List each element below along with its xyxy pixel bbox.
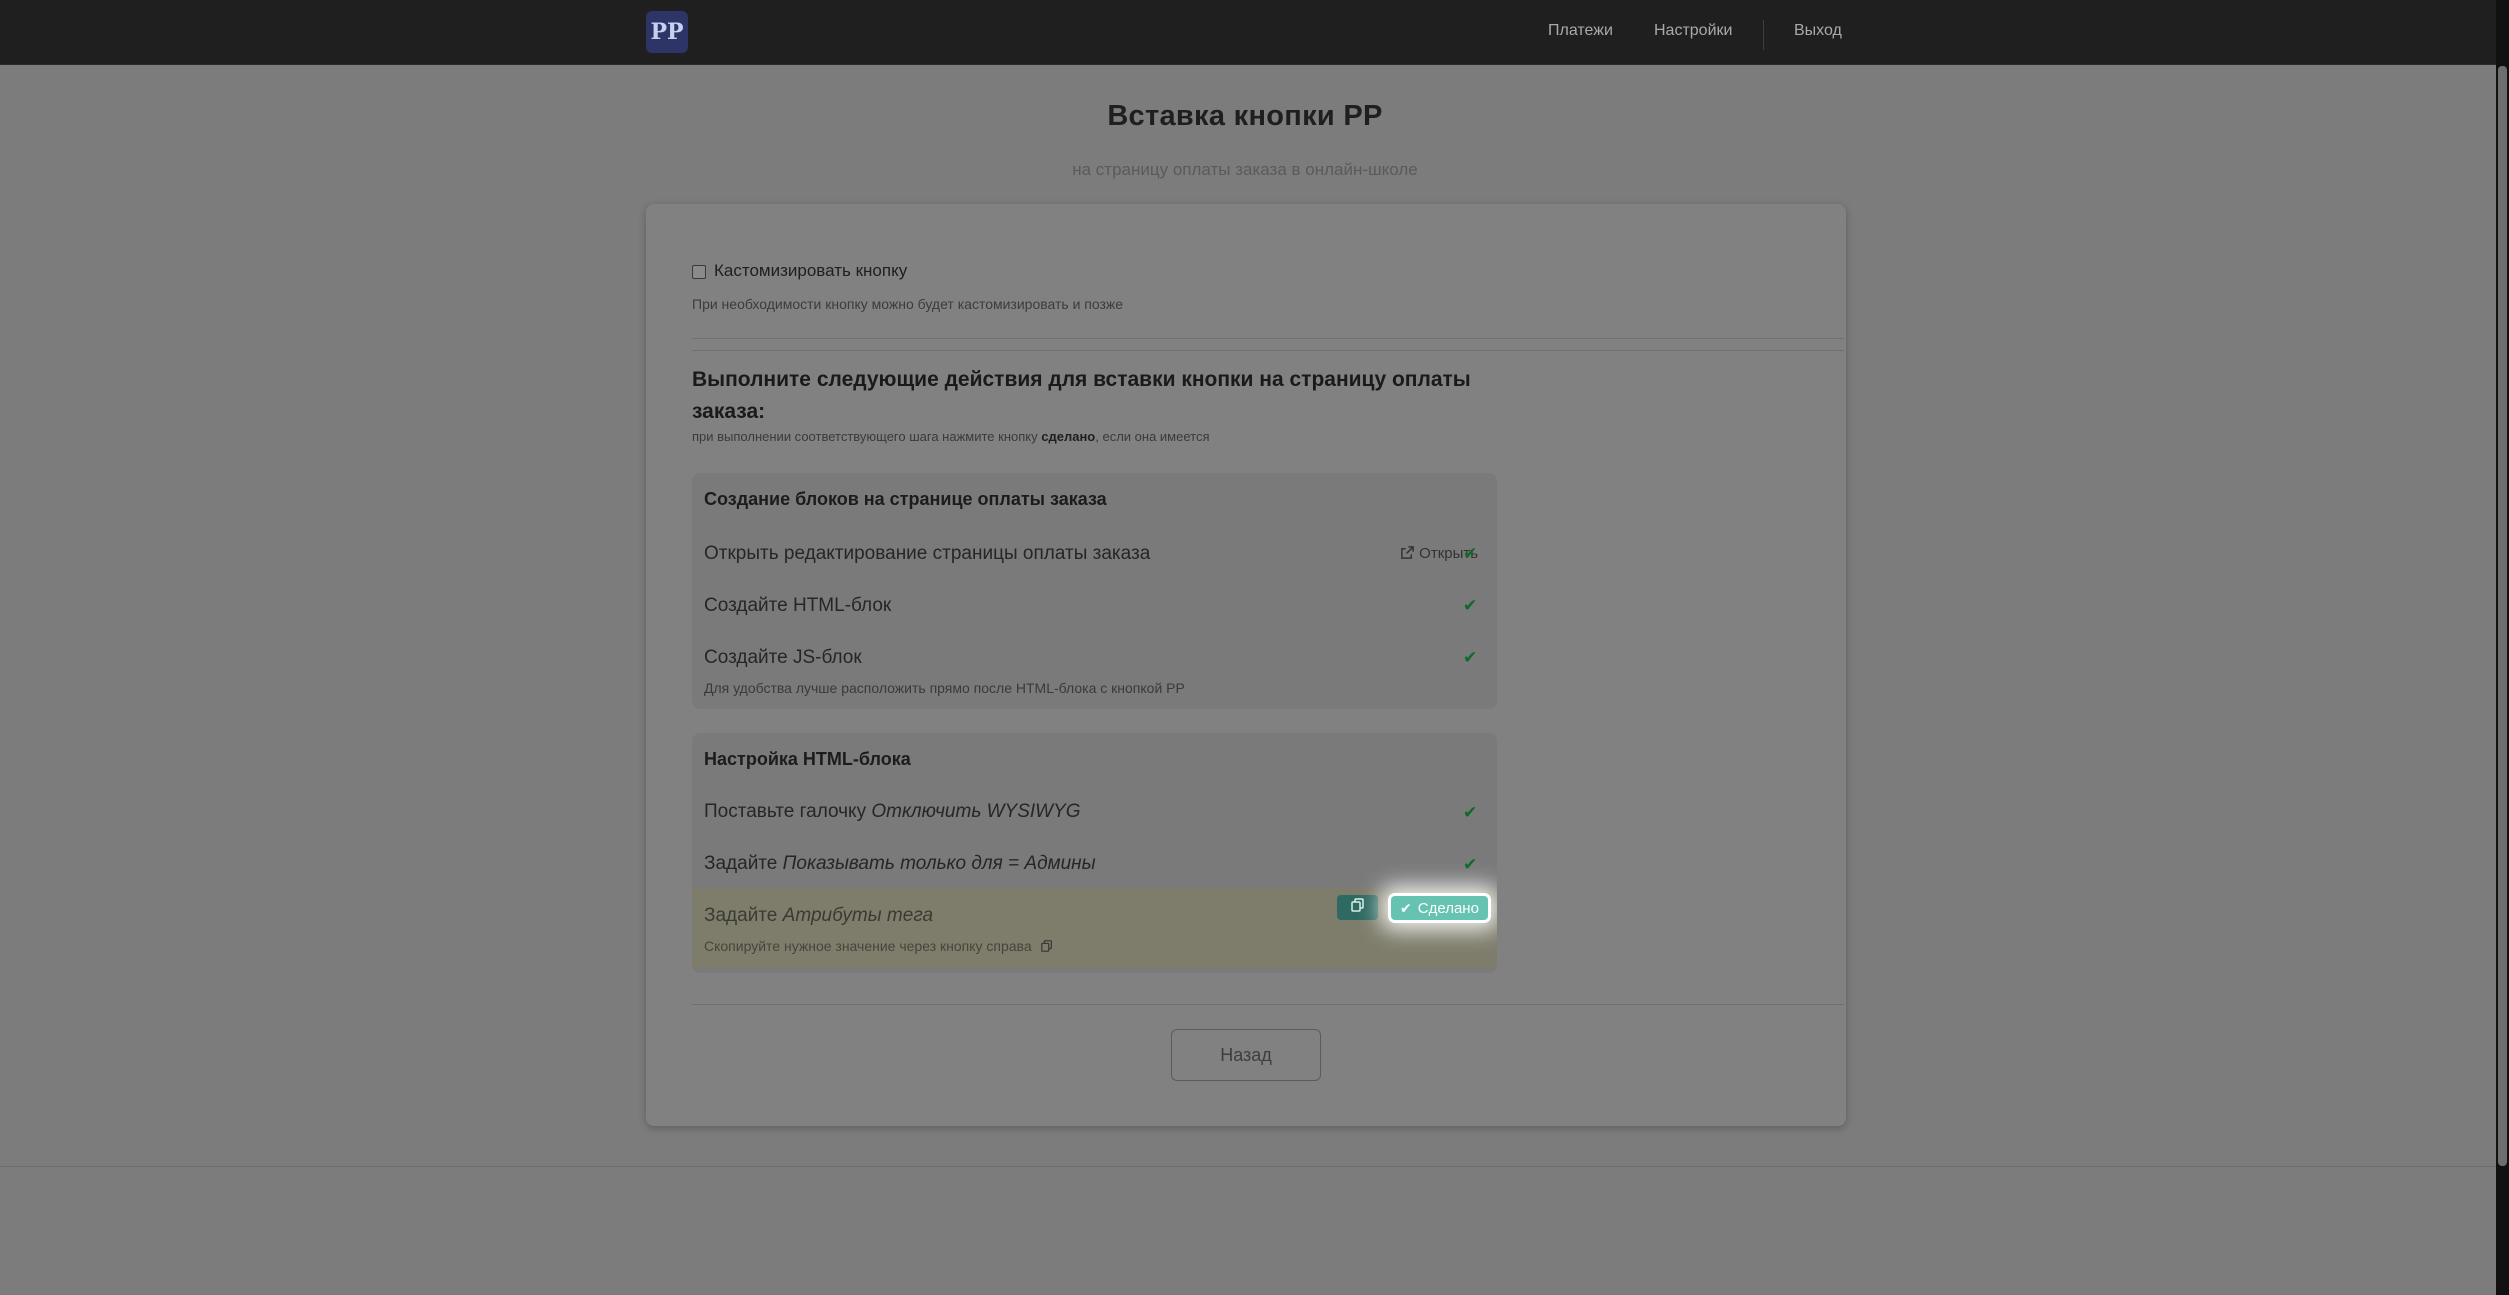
nav-link-logout[interactable]: Выход bbox=[1794, 22, 1842, 40]
done-button[interactable]: ✔ Сделано bbox=[1391, 896, 1488, 920]
scrollbar-thumb[interactable] bbox=[2498, 66, 2507, 1166]
step-disable-wysiwyg: Поставьте галочку Отключить WYSIWYG bbox=[704, 801, 1081, 822]
block-title: Создание блоков на странице оплаты заказ… bbox=[704, 489, 1107, 509]
footer-divider bbox=[0, 1166, 2496, 1167]
customize-hint: При необходимости кнопку можно будет кас… bbox=[692, 296, 1124, 312]
active-step-row: Задайте Атрибуты тега ✔ Сделано Скопируй… bbox=[692, 888, 1497, 968]
nav-link-settings[interactable]: Настройки bbox=[1654, 22, 1732, 40]
check-icon: ✔ bbox=[1400, 899, 1412, 916]
instructions-heading-line2: заказа: bbox=[692, 400, 766, 423]
done-button-label[interactable]: Сделано bbox=[1418, 900, 1479, 917]
external-link-icon bbox=[1400, 545, 1415, 564]
customize-checkbox-label[interactable]: Кастомизировать кнопку bbox=[714, 261, 907, 281]
back-button[interactable]: Назад bbox=[1171, 1029, 1321, 1081]
nav-link-payments[interactable]: Платежи bbox=[1548, 22, 1613, 40]
customize-checkbox[interactable] bbox=[692, 265, 706, 279]
block-html-settings: Настройка HTML-блока Поставьте галочку О… bbox=[692, 733, 1497, 973]
app-logo[interactable]: PP bbox=[646, 11, 688, 53]
copy-value-button[interactable] bbox=[1337, 895, 1378, 920]
instructions-hint: при выполнении соответствующего шага наж… bbox=[692, 429, 1210, 444]
step-create-js-block: Создайте JS-блок bbox=[704, 647, 862, 668]
block-title: Настройка HTML-блока bbox=[704, 749, 911, 769]
step-create-html-block: Создайте HTML-блок bbox=[704, 595, 892, 616]
check-icon: ✔ bbox=[1463, 855, 1478, 874]
copy-icon bbox=[1350, 897, 1366, 918]
divider-bottom bbox=[692, 1004, 1844, 1005]
page-subtitle: на страницу оплаты заказа в онлайн-школе bbox=[1072, 160, 1418, 179]
instructions-heading-line1: Выполните следующие действия для вставки… bbox=[692, 368, 1471, 391]
step-note: Скопируйте нужное значение через кнопку … bbox=[704, 938, 1054, 956]
top-navbar: PP Платежи Настройки Выход bbox=[0, 0, 2496, 65]
step-open-editor: Открыть редактирование страницы оплаты з… bbox=[704, 543, 1151, 564]
check-icon: ✔ bbox=[1463, 803, 1478, 822]
step-tag-attributes: Задайте Атрибуты тега bbox=[704, 905, 934, 926]
block-create-blocks: Создание блоков на странице оплаты заказ… bbox=[692, 473, 1497, 709]
check-icon: ✔ bbox=[1463, 596, 1478, 615]
check-icon: ✔ bbox=[1463, 544, 1478, 563]
step-note: Для удобства лучше расположить прямо пос… bbox=[704, 680, 1185, 696]
copy-icon bbox=[1040, 939, 1054, 956]
divider-top-2 bbox=[692, 350, 1844, 351]
step-show-only-for: Задайте Показывать только для = Админы bbox=[704, 853, 1096, 874]
instructions-hint-bold: сделано bbox=[1041, 429, 1096, 444]
main-card: Кастомизировать кнопку При необходимости… bbox=[646, 204, 1846, 1126]
divider-top bbox=[692, 338, 1844, 339]
check-icon: ✔ bbox=[1463, 648, 1478, 667]
page-title: Вставка кнопки PP bbox=[1107, 100, 1383, 132]
nav-divider bbox=[1763, 20, 1764, 50]
